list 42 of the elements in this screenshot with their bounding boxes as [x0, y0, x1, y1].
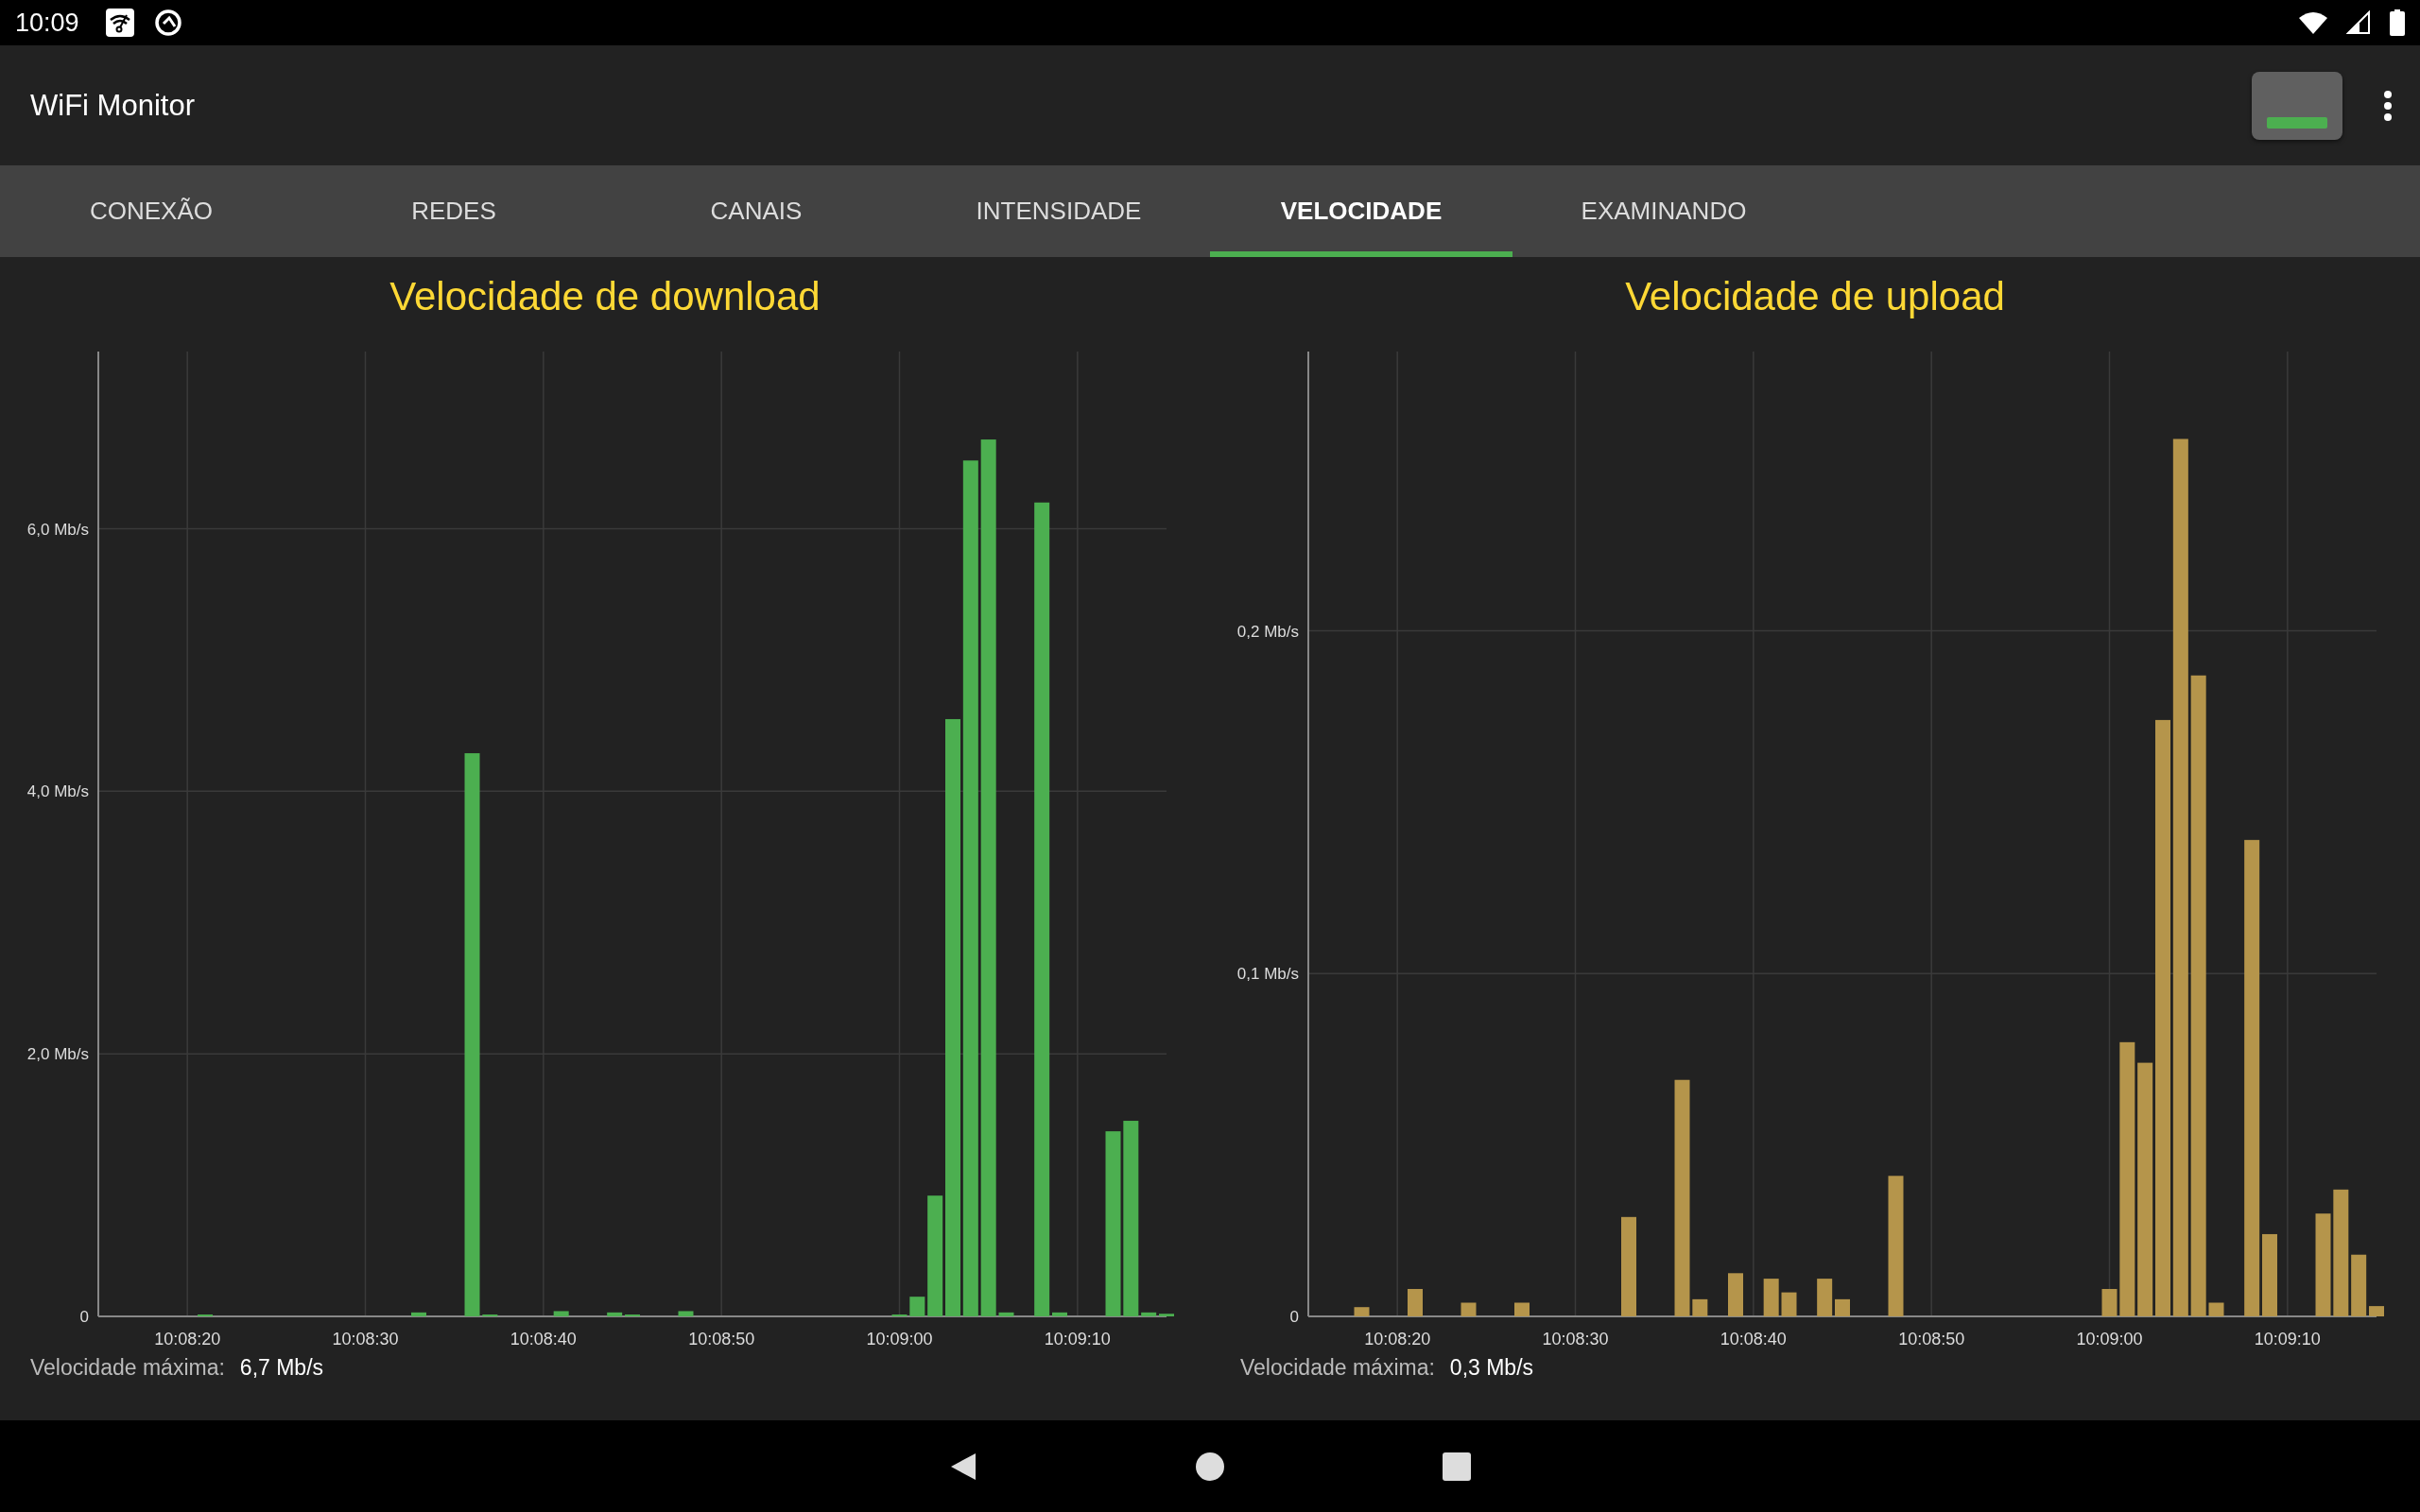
- chart-title: Velocidade de download: [389, 274, 821, 320]
- max-speed-value: 6,7 Mb/s: [239, 1355, 324, 1381]
- y-tick-label: 6,0 Mb/s: [26, 520, 89, 539]
- tab[interactable]: CANAIS: [605, 165, 908, 257]
- x-tick-label: 10:08:50: [688, 1330, 755, 1349]
- status-time: 10:09: [15, 8, 79, 38]
- home-icon[interactable]: [1195, 1451, 1225, 1482]
- x-tick-label: 10:09:00: [866, 1330, 933, 1349]
- max-speed-label: Velocidade máxima:: [1240, 1355, 1435, 1381]
- y-tick-label: 0: [1289, 1308, 1299, 1326]
- x-tick-label: 10:08:40: [510, 1330, 577, 1349]
- x-tick-label: 10:08:40: [1720, 1330, 1787, 1349]
- max-speed-label: Velocidade máxima:: [30, 1355, 225, 1381]
- tab[interactable]: CONEXÃO: [0, 165, 302, 257]
- max-speed-value: 0,3 Mb/s: [1449, 1355, 1534, 1381]
- cell-signal-icon: [2346, 10, 2371, 35]
- x-tick-label: 10:08:20: [1364, 1330, 1431, 1349]
- back-icon[interactable]: [949, 1451, 977, 1482]
- view-toggle-button[interactable]: [2252, 71, 2342, 140]
- app-title: WiFi Monitor: [30, 88, 195, 123]
- x-tick-label: 10:09:00: [2076, 1330, 2143, 1349]
- wifi-speed-icon: [105, 9, 134, 37]
- x-tick-label: 10:08:30: [332, 1330, 399, 1349]
- tab[interactable]: EXAMINANDO: [1512, 165, 1815, 257]
- x-tick-label: 10:08:50: [1898, 1330, 1965, 1349]
- tab[interactable]: VELOCIDADE: [1210, 165, 1512, 257]
- x-tick-label: 10:09:10: [2254, 1330, 2321, 1349]
- x-tick-label: 10:08:30: [1542, 1330, 1609, 1349]
- wifi-signal-icon: [2299, 10, 2327, 35]
- recents-icon[interactable]: [1443, 1452, 1471, 1481]
- y-tick-label: 0,2 Mb/s: [1236, 622, 1299, 641]
- tab[interactable]: INTENSIDADE: [908, 165, 1210, 257]
- tab[interactable]: REDES: [302, 165, 605, 257]
- y-tick-label: 0: [79, 1308, 89, 1326]
- circle-icon: [152, 8, 183, 38]
- y-tick-label: 2,0 Mb/s: [26, 1045, 89, 1064]
- y-tick-label: 0,1 Mb/s: [1236, 965, 1299, 984]
- y-tick-label: 4,0 Mb/s: [26, 782, 89, 801]
- x-tick-label: 10:08:20: [154, 1330, 221, 1349]
- chart-title: Velocidade de upload: [1624, 274, 2006, 320]
- battery-icon: [2390, 9, 2405, 36]
- x-tick-label: 10:09:10: [1044, 1330, 1111, 1349]
